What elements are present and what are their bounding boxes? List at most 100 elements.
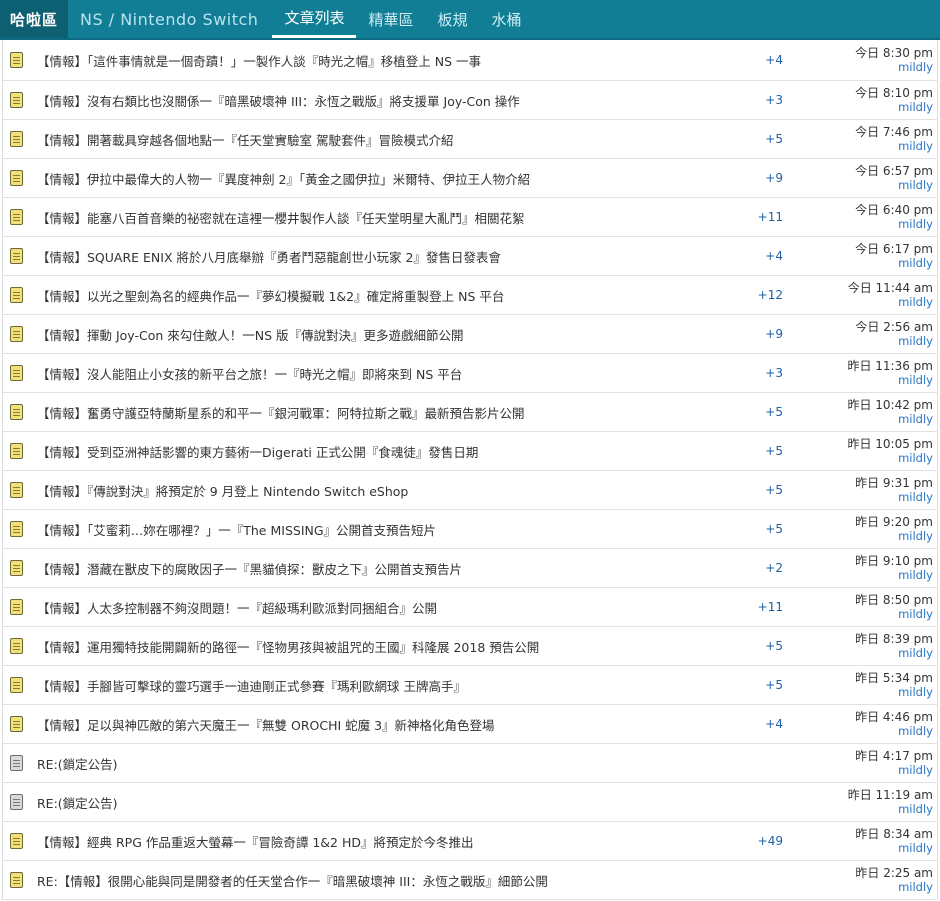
topic-title-link[interactable]: 【情報】「這件事情就是一個奇蹟！」一製作人談『時光之帽』移植登上 NS 一事 bbox=[37, 54, 481, 69]
last-reply-user-link[interactable]: mildly bbox=[843, 100, 933, 114]
topic-title: 【情報】「艾蜜莉…妳在哪裡？」一『The MISSING』公開首支預告短片 bbox=[37, 520, 723, 539]
topic-row[interactable]: 【情報】伊拉中最偉大的人物一『異度神劍 2』「黃金之國伊拉」米爾特、伊拉王人物介… bbox=[3, 159, 937, 198]
topic-row[interactable]: 【情報】SQUARE ENIX 將於八月底舉辦『勇者鬥惡龍創世小玩家 2』發售日… bbox=[3, 237, 937, 276]
doc-yellow-icon bbox=[10, 677, 23, 693]
tab-article-list[interactable]: 文章列表 bbox=[272, 0, 357, 38]
topic-row[interactable]: 【情報】運用獨特技能開闢新的路徑一『怪物男孩與被詛咒的王國』科隆展 2018 預… bbox=[3, 627, 937, 666]
topic-row[interactable]: 【情報】「艾蜜莉…妳在哪裡？」一『The MISSING』公開首支預告短片 +5 昨… bbox=[3, 510, 937, 549]
board-name-link[interactable]: NS / Nintendo Switch bbox=[68, 0, 272, 38]
reply-count: +11 bbox=[757, 210, 783, 224]
last-reply-user-link[interactable]: mildly bbox=[843, 568, 933, 582]
topic-row[interactable]: 【情報】奮勇守護亞特蘭斯星系的和平一『銀河戰軍：阿特拉斯之戰』最新預告影片公開 +… bbox=[3, 393, 937, 432]
topic-meta: 昨日 2:25 am mildly bbox=[843, 866, 937, 894]
reply-count: +5 bbox=[765, 639, 783, 653]
topic-meta: 昨日 5:34 pm mildly bbox=[843, 671, 937, 699]
topic-title: 【情報】沒有右類比也沒關係一『暗黑破壞神 III：永恆之戰版』將支援單 Joy-… bbox=[37, 91, 723, 110]
tab-rules[interactable]: 板規 bbox=[425, 0, 479, 38]
last-reply-user-link[interactable]: mildly bbox=[843, 412, 933, 426]
topic-title-link[interactable]: 【情報】經典 RPG 作品重返大螢幕一『冒險奇譚 1&2 HD』將預定於今冬推出 bbox=[37, 835, 473, 850]
topic-meta: 今日 11:44 am mildly bbox=[843, 281, 937, 309]
last-reply-user-link[interactable]: mildly bbox=[843, 217, 933, 231]
topic-title-link[interactable]: RE:(鎖定公告) bbox=[37, 757, 118, 772]
topic-title-link[interactable]: 【情報】能塞八百首音樂的祕密就在這裡一櫻井製作人談『任天堂明星大亂鬥』相關花絮 bbox=[37, 211, 525, 226]
topic-title-link[interactable]: RE:(鎖定公告) bbox=[37, 796, 118, 811]
last-reply-time: 昨日 5:34 pm bbox=[855, 671, 933, 685]
last-reply-user-link[interactable]: mildly bbox=[843, 529, 933, 543]
last-reply-user-link[interactable]: mildly bbox=[843, 880, 933, 894]
last-reply-user-link[interactable]: mildly bbox=[843, 139, 933, 153]
topic-row[interactable]: 【情報】潛藏在獸皮下的腐敗因子一『黑貓偵探：獸皮之下』公開首支預告片 +2 昨日 9… bbox=[3, 549, 937, 588]
last-reply-user-link[interactable]: mildly bbox=[843, 802, 933, 816]
topic-title-link[interactable]: 【情報】「艾蜜莉…妳在哪裡？」一『The MISSING』公開首支預告短片 bbox=[37, 523, 436, 538]
reply-count: +4 bbox=[765, 717, 783, 731]
doc-yellow-icon bbox=[10, 482, 23, 498]
topic-row[interactable]: RE:【情報】很開心能與同是開發者的任天堂合作一『暗黑破壞神 III：永恆之戰版… bbox=[3, 861, 937, 900]
topic-title-link[interactable]: 【情報】沒人能阻止小女孩的新平台之旅！一『時光之帽』即將來到 NS 平台 bbox=[37, 367, 462, 382]
topic-title-link[interactable]: 【情報】潛藏在獸皮下的腐敗因子一『黑貓偵探：獸皮之下』公開首支預告片 bbox=[37, 562, 462, 577]
topic-row[interactable]: 【情報】揮動 Joy-Con 來勾住敵人！一NS 版『傳說對決』更多遊戲細節公開… bbox=[3, 315, 937, 354]
last-reply-user-link[interactable]: mildly bbox=[843, 334, 933, 348]
topic-row[interactable]: 【情報】沒人能阻止小女孩的新平台之旅！一『時光之帽』即將來到 NS 平台 +3 昨日… bbox=[3, 354, 937, 393]
topic-title-link[interactable]: 【情報】奮勇守護亞特蘭斯星系的和平一『銀河戰軍：阿特拉斯之戰』最新預告影片公開 bbox=[37, 406, 525, 421]
topic-title: 【情報】人太多控制器不夠沒問題！一『超級瑪利歐派對同捆組合』公開 bbox=[37, 598, 723, 617]
tab-featured[interactable]: 精華區 bbox=[356, 0, 425, 38]
topic-title-link[interactable]: RE:【情報】很開心能與同是開發者的任天堂合作一『暗黑破壞神 III：永恆之戰版… bbox=[37, 874, 548, 889]
reply-count: +9 bbox=[765, 171, 783, 185]
topic-title-link[interactable]: 【情報】伊拉中最偉大的人物一『異度神劍 2』「黃金之國伊拉」米爾特、伊拉王人物介… bbox=[37, 172, 530, 187]
topic-title-link[interactable]: 【情報】運用獨特技能開闢新的路徑一『怪物男孩與被詛咒的王國』科隆展 2018 預… bbox=[37, 640, 539, 655]
last-reply-user-link[interactable]: mildly bbox=[843, 841, 933, 855]
last-reply-user-link[interactable]: mildly bbox=[843, 763, 933, 777]
topic-title-link[interactable]: 【情報】受到亞洲神話影響的東方藝術一Digerati 正式公開『食魂徒』發售日期 bbox=[37, 445, 478, 460]
last-reply-time: 昨日 2:25 am bbox=[855, 866, 933, 880]
doc-gray-icon bbox=[10, 794, 23, 810]
topic-title-link[interactable]: 【情報】沒有右類比也沒關係一『暗黑破壞神 III：永恆之戰版』將支援單 Joy-… bbox=[37, 94, 520, 109]
reply-count: +9 bbox=[765, 327, 783, 341]
topic-row[interactable]: 【情報】受到亞洲神話影響的東方藝術一Digerati 正式公開『食魂徒』發售日期… bbox=[3, 432, 937, 471]
topic-title-link[interactable]: 【情報】足以與神匹敵的第六天魔王一『無雙 OROCHI 蛇魔 3』新神格化角色登… bbox=[37, 718, 495, 733]
topic-meta: 今日 6:57 pm mildly bbox=[843, 164, 937, 192]
doc-yellow-icon bbox=[10, 287, 23, 303]
topic-row[interactable]: 【情報】手腳皆可擊球的靈巧選手一迪迪剛正式參賽『瑪利歐網球 王牌高手』 +5 昨日 … bbox=[3, 666, 937, 705]
last-reply-time: 今日 8:10 pm bbox=[855, 86, 933, 100]
last-reply-user-link[interactable]: mildly bbox=[843, 60, 933, 74]
topic-title: 【情報】能塞八百首音樂的祕密就在這裡一櫻井製作人談『任天堂明星大亂鬥』相關花絮 bbox=[37, 208, 723, 227]
topic-row[interactable]: 【情報】以光之聖劍為名的經典作品一『夢幻模擬戰 1&2』確定將重製登上 NS 平… bbox=[3, 276, 937, 315]
last-reply-user-link[interactable]: mildly bbox=[843, 451, 933, 465]
reply-count: +2 bbox=[765, 561, 783, 575]
tab-ban-list[interactable]: 水桶 bbox=[480, 0, 534, 38]
topic-title: 【情報】伊拉中最偉大的人物一『異度神劍 2』「黃金之國伊拉」米爾特、伊拉王人物介… bbox=[37, 169, 723, 188]
reply-count: +5 bbox=[765, 405, 783, 419]
last-reply-user-link[interactable]: mildly bbox=[843, 373, 933, 387]
forum-home-link[interactable]: 哈啦區 bbox=[0, 0, 69, 38]
topic-title-link[interactable]: 【情報】手腳皆可擊球的靈巧選手一迪迪剛正式參賽『瑪利歐網球 王牌高手』 bbox=[37, 679, 466, 694]
last-reply-user-link[interactable]: mildly bbox=[843, 607, 933, 621]
last-reply-time: 昨日 8:39 pm bbox=[855, 632, 933, 646]
topic-row[interactable]: 【情報】經典 RPG 作品重返大螢幕一『冒險奇譚 1&2 HD』將預定於今冬推出… bbox=[3, 822, 937, 861]
topic-title-link[interactable]: 【情報】揮動 Joy-Con 來勾住敵人！一NS 版『傳說對決』更多遊戲細節公開 bbox=[37, 328, 464, 343]
topic-row[interactable]: 【情報】能塞八百首音樂的祕密就在這裡一櫻井製作人談『任天堂明星大亂鬥』相關花絮 +… bbox=[3, 198, 937, 237]
topic-meta: 昨日 8:34 am mildly bbox=[843, 827, 937, 855]
topic-meta: 昨日 10:05 pm mildly bbox=[843, 437, 937, 465]
topic-row[interactable]: 【情報】『傳說對決』將預定於 9 月登上 Nintendo Switch eSh… bbox=[3, 471, 937, 510]
topic-title-link[interactable]: 【情報】人太多控制器不夠沒問題！一『超級瑪利歐派對同捆組合』公開 bbox=[37, 601, 437, 616]
last-reply-user-link[interactable]: mildly bbox=[843, 295, 933, 309]
topic-title-link[interactable]: 【情報】SQUARE ENIX 將於八月底舉辦『勇者鬥惡龍創世小玩家 2』發售日… bbox=[37, 250, 501, 265]
topic-row[interactable]: 【情報】沒有右類比也沒關係一『暗黑破壞神 III：永恆之戰版』將支援單 Joy-… bbox=[3, 81, 937, 120]
topic-row[interactable]: 【情報】人太多控制器不夠沒問題！一『超級瑪利歐派對同捆組合』公開 +11 昨日 8:… bbox=[3, 588, 937, 627]
topic-row[interactable]: 【情報】足以與神匹敵的第六天魔王一『無雙 OROCHI 蛇魔 3』新神格化角色登… bbox=[3, 705, 937, 744]
topic-row[interactable]: RE:(鎖定公告) 昨日 11:19 am mildly bbox=[3, 783, 937, 822]
topic-title-link[interactable]: 【情報】以光之聖劍為名的經典作品一『夢幻模擬戰 1&2』確定將重製登上 NS 平… bbox=[37, 289, 504, 304]
topic-row[interactable]: RE:(鎖定公告) 昨日 4:17 pm mildly bbox=[3, 744, 937, 783]
last-reply-time: 今日 6:40 pm bbox=[855, 203, 933, 217]
topic-title-link[interactable]: 【情報】開著載具穿越各個地點一『任天堂實驗室 駕駛套件』冒險模式介紹 bbox=[37, 133, 453, 148]
reply-count: +11 bbox=[757, 600, 783, 614]
last-reply-user-link[interactable]: mildly bbox=[843, 490, 933, 504]
last-reply-user-link[interactable]: mildly bbox=[843, 256, 933, 270]
last-reply-user-link[interactable]: mildly bbox=[843, 685, 933, 699]
topic-row[interactable]: 【情報】「這件事情就是一個奇蹟！」一製作人談『時光之帽』移植登上 NS 一事 +4… bbox=[3, 40, 937, 81]
topic-title-link[interactable]: 【情報】『傳說對決』將預定於 9 月登上 Nintendo Switch eSh… bbox=[37, 484, 408, 499]
last-reply-user-link[interactable]: mildly bbox=[843, 724, 933, 738]
last-reply-user-link[interactable]: mildly bbox=[843, 646, 933, 660]
last-reply-user-link[interactable]: mildly bbox=[843, 178, 933, 192]
topic-row[interactable]: 【情報】開著載具穿越各個地點一『任天堂實驗室 駕駛套件』冒險模式介紹 +5 今日 7… bbox=[3, 120, 937, 159]
